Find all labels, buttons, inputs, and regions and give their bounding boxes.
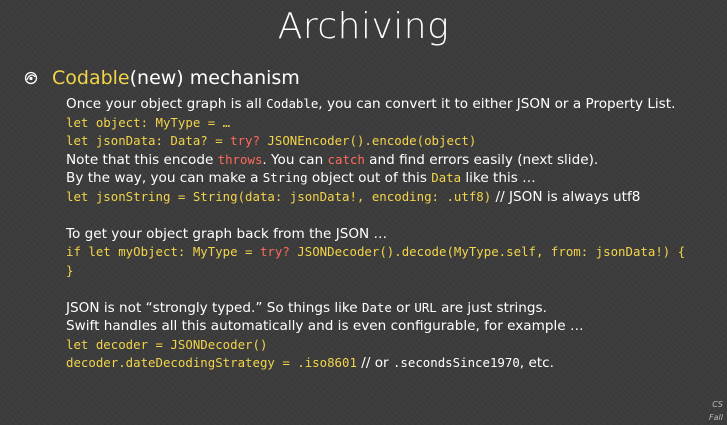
text-span: Note that this encode bbox=[66, 151, 218, 168]
text-line: Once your object graph is all Codable, y… bbox=[66, 95, 716, 114]
comment-span: // or bbox=[356, 355, 393, 371]
comment-span: , etc. bbox=[519, 355, 554, 371]
comment-span: .secondsSince1970 bbox=[392, 355, 520, 370]
text-span: By the way, you can make a bbox=[66, 170, 263, 186]
corner-term-label: Fall bbox=[709, 413, 723, 422]
text-line: JSON is not “strongly typed.” So things … bbox=[66, 299, 716, 318]
code-line: let decoder = JSONDecoder() bbox=[66, 336, 268, 352]
code-span: JSONEncoder().encode(object) bbox=[259, 133, 477, 148]
keyword-span: try? bbox=[230, 133, 260, 148]
code-span: Codable bbox=[266, 96, 319, 111]
bullet-keyword: Codable bbox=[52, 67, 130, 89]
code-line: } bbox=[66, 262, 74, 278]
code-line: decoder.dateDecodingStrategy = .iso8601 … bbox=[66, 354, 716, 373]
slide-title: Archiving bbox=[277, 6, 450, 47]
swirl-bullet-icon bbox=[24, 71, 38, 85]
keyword-span: catch bbox=[327, 151, 365, 167]
text-span: object out of this bbox=[307, 170, 432, 186]
code-line: if let myObject: MyType = try? JSONDecod… bbox=[66, 243, 716, 262]
corner-course-label: CS bbox=[712, 400, 723, 409]
code-span: let jsonString = String(data: jsonData!,… bbox=[66, 188, 492, 204]
text-span: JSON is not “strongly typed.” So things … bbox=[66, 299, 362, 316]
code-span: Date bbox=[361, 299, 392, 315]
code-line: let jsonData: Data? = try? JSONEncoder()… bbox=[66, 132, 716, 151]
text-line: To get your object graph back from the J… bbox=[66, 225, 388, 242]
keyword-span: try? bbox=[259, 244, 290, 259]
slide: Archiving Codable (new) mechanism Once y… bbox=[0, 0, 727, 425]
code-span: URL bbox=[414, 299, 437, 315]
code-span: if let myObject: MyType = bbox=[66, 244, 260, 259]
text-span: or bbox=[391, 299, 415, 316]
text-span: Once your object graph is all bbox=[66, 96, 267, 112]
code-span: String bbox=[262, 170, 308, 185]
code-span: let jsonData: Data? = bbox=[66, 133, 231, 148]
text-span: like this … bbox=[461, 170, 536, 186]
text-line: Swift handles all this automatically and… bbox=[66, 318, 584, 334]
comment-span: // JSON is always utf8 bbox=[491, 188, 641, 205]
code-span: Data bbox=[431, 170, 462, 185]
bullet-codable: Codable (new) mechanism bbox=[24, 67, 300, 89]
keyword-span: throws bbox=[217, 151, 263, 167]
code-line: let object: MyType = … bbox=[66, 114, 231, 130]
slide-body: Once your object graph is all Codable, y… bbox=[66, 95, 716, 373]
text-span: are just strings. bbox=[436, 299, 547, 316]
text-line: Note that this encode throws. You can ca… bbox=[66, 151, 716, 170]
code-span: decoder.dateDecodingStrategy = .iso8601 bbox=[66, 355, 357, 370]
text-span: , you can convert it to either JSON or a… bbox=[318, 96, 676, 112]
text-span: and find errors easily (next slide). bbox=[364, 151, 599, 168]
text-span: . You can bbox=[262, 151, 328, 168]
code-line: let jsonString = String(data: jsonData!,… bbox=[66, 188, 716, 207]
bullet-text: (new) mechanism bbox=[129, 67, 300, 89]
text-line: By the way, you can make a String object… bbox=[66, 169, 716, 188]
code-span: JSONDecoder().decode(MyType.self, from: … bbox=[289, 244, 686, 259]
